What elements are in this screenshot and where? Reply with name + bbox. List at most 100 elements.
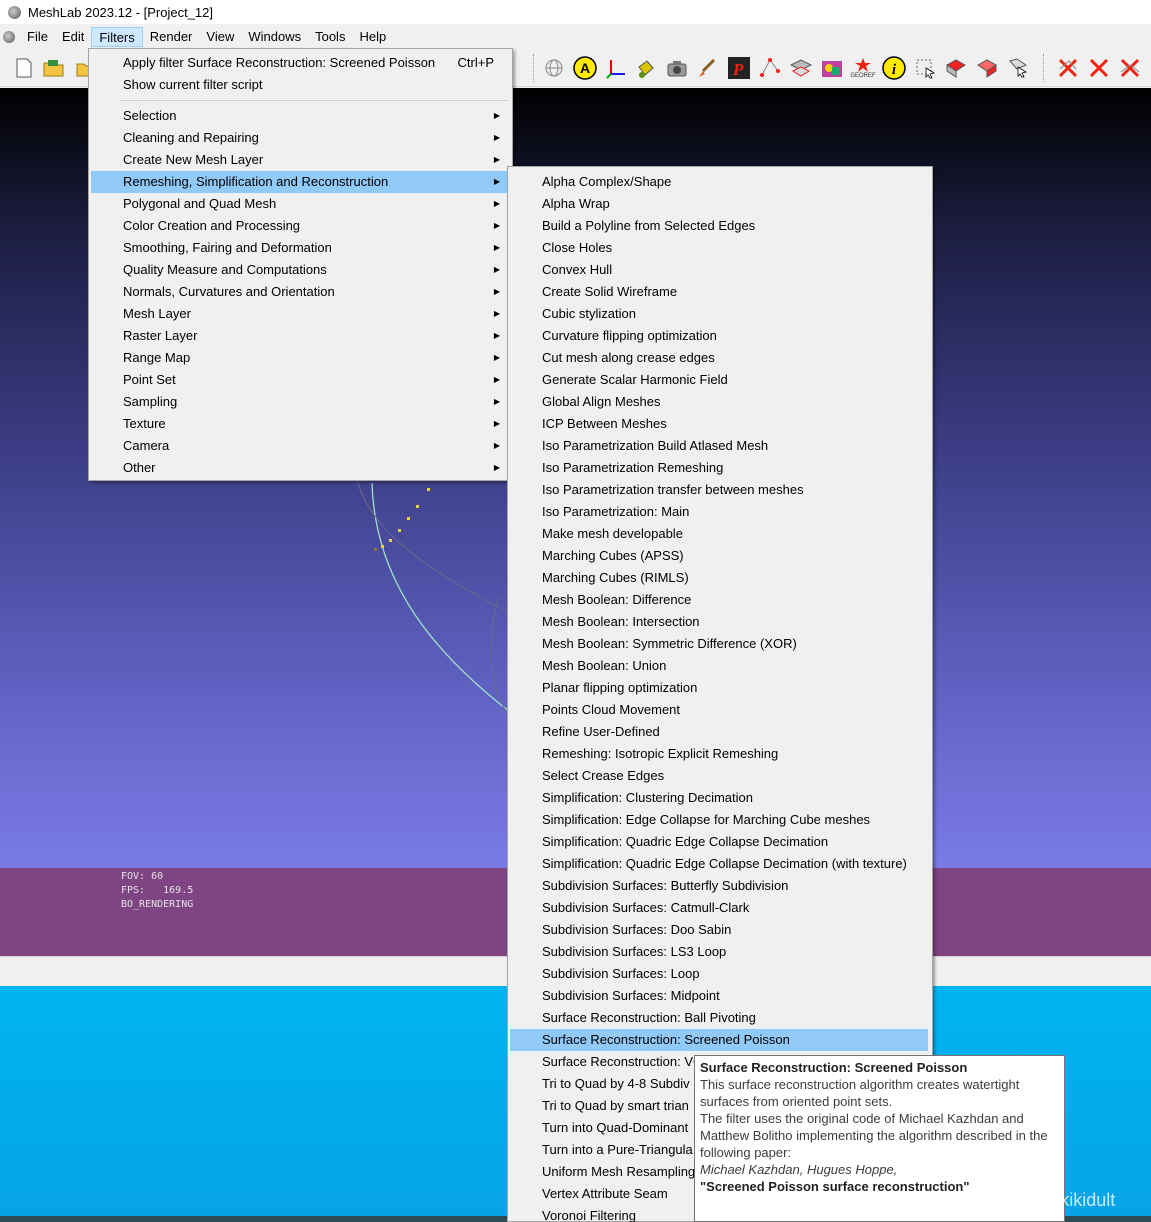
submenu-item-planar-flipping-optimization[interactable]: Planar flipping optimization <box>510 677 928 699</box>
submenu-item-build-a-polyline-from-selected-edges[interactable]: Build a Polyline from Selected Edges <box>510 215 928 237</box>
filters-item-label: Selection <box>123 108 177 123</box>
submenu-item-subdivision-surfaces-doo-sabin[interactable]: Subdivision Surfaces: Doo Sabin <box>510 919 928 941</box>
filters-item-smoothing-fairing-and-deformation[interactable]: Smoothing, Fairing and Deformation ▶ <box>91 237 510 259</box>
submenu-item-marching-cubes-apss[interactable]: Marching Cubes (APSS) <box>510 545 928 567</box>
filters-item-polygonal-and-quad-mesh[interactable]: Polygonal and Quad Mesh ▶ <box>91 193 510 215</box>
submenu-item-cut-mesh-along-crease-edges[interactable]: Cut mesh along crease edges <box>510 347 928 369</box>
submenu-item-simplification-quadric-edge-collapse-decimation-with-texture[interactable]: Simplification: Quadric Edge Collapse De… <box>510 853 928 875</box>
submenu-item-close-holes[interactable]: Close Holes <box>510 237 928 259</box>
select-faces-icon[interactable] <box>944 56 968 80</box>
submenu-item-convex-hull[interactable]: Convex Hull <box>510 259 928 281</box>
filters-item-create-new-mesh-layer[interactable]: Create New Mesh Layer ▶ <box>91 149 510 171</box>
filters-item-point-set[interactable]: Point Set ▶ <box>91 369 510 391</box>
submenu-item-surface-reconstruction-screened-poisson[interactable]: Surface Reconstruction: Screened Poisson <box>510 1029 928 1051</box>
submenu-item-surface-reconstruction-ball-pivoting[interactable]: Surface Reconstruction: Ball Pivoting <box>510 1007 928 1029</box>
select-icon[interactable] <box>913 56 937 80</box>
menu-render[interactable]: Render <box>143 27 200 47</box>
submenu-item-label: Simplification: Clustering Decimation <box>542 790 753 805</box>
submenu-item-points-cloud-movement[interactable]: Points Cloud Movement <box>510 699 928 721</box>
submenu-item-generate-scalar-harmonic-field[interactable]: Generate Scalar Harmonic Field <box>510 369 928 391</box>
submenu-item-mesh-boolean-difference[interactable]: Mesh Boolean: Difference <box>510 589 928 611</box>
submenu-item-label: Remeshing: Isotropic Explicit Remeshing <box>542 746 779 761</box>
submenu-item-mesh-boolean-symmetric-difference-xor[interactable]: Mesh Boolean: Symmetric Difference (XOR) <box>510 633 928 655</box>
app-menu-icon[interactable] <box>3 31 15 43</box>
sphere-grid-icon[interactable] <box>542 56 566 80</box>
submenu-arrow-icon: ▶ <box>493 221 500 230</box>
meshlab-logo-icon <box>8 5 21 19</box>
filters-item-quality-measure-and-computations[interactable]: Quality Measure and Computations ▶ <box>91 259 510 281</box>
filters-item-range-map[interactable]: Range Map ▶ <box>91 347 510 369</box>
submenu-item-global-align-meshes[interactable]: Global Align Meshes <box>510 391 928 413</box>
select-cursor-icon[interactable] <box>1006 56 1030 80</box>
submenu-item-alpha-wrap[interactable]: Alpha Wrap <box>510 193 928 215</box>
submenu-item-subdivision-surfaces-butterfly-subdivision[interactable]: Subdivision Surfaces: Butterfly Subdivis… <box>510 875 928 897</box>
filters-item-camera[interactable]: Camera ▶ <box>91 435 510 457</box>
filters-item-sampling[interactable]: Sampling ▶ <box>91 391 510 413</box>
select-connected-icon[interactable] <box>975 56 999 80</box>
submenu-item-make-mesh-developable[interactable]: Make mesh developable <box>510 523 928 545</box>
delete-vertex-icon[interactable] <box>1118 56 1142 80</box>
filters-item-cleaning-and-repairing[interactable]: Cleaning and Repairing ▶ <box>91 127 510 149</box>
paint-bucket-icon[interactable] <box>634 56 658 80</box>
submenu-item-curvature-flipping-optimization[interactable]: Curvature flipping optimization <box>510 325 928 347</box>
show-filter-script-item[interactable]: Show current filter script <box>91 74 510 96</box>
open-icon[interactable] <box>42 56 66 80</box>
filters-item-other[interactable]: Other ▶ <box>91 457 510 479</box>
menu-help[interactable]: Help <box>352 27 393 47</box>
submenu-item-alpha-complex-shape[interactable]: Alpha Complex/Shape <box>510 171 928 193</box>
axis-icon[interactable] <box>604 56 628 80</box>
pick-points-icon[interactable]: P <box>727 56 751 80</box>
filters-item-raster-layer[interactable]: Raster Layer ▶ <box>91 325 510 347</box>
new-icon[interactable] <box>12 56 36 80</box>
submenu-item-simplification-quadric-edge-collapse-decimation[interactable]: Simplification: Quadric Edge Collapse De… <box>510 831 928 853</box>
apply-filter-item[interactable]: Apply filter Surface Reconstruction: Scr… <box>91 52 510 74</box>
annotation-a-icon[interactable]: A <box>573 56 597 80</box>
snapshot-icon[interactable] <box>665 56 689 80</box>
submenu-item-label: Voronoi Filtering <box>542 1208 636 1222</box>
texture-icon[interactable] <box>820 56 844 80</box>
submenu-item-subdivision-surfaces-ls3-loop[interactable]: Subdivision Surfaces: LS3 Loop <box>510 941 928 963</box>
submenu-item-label: Mesh Boolean: Difference <box>542 592 692 607</box>
tooltip-authors: Michael Kazhdan, Hugues Hoppe, <box>700 1162 898 1177</box>
delete-face-icon[interactable] <box>1087 56 1111 80</box>
menu-file[interactable]: File <box>20 27 55 47</box>
filters-item-texture[interactable]: Texture ▶ <box>91 413 510 435</box>
submenu-item-select-crease-edges[interactable]: Select Crease Edges <box>510 765 928 787</box>
georef-icon[interactable]: GEOREF <box>850 56 876 80</box>
submenu-item-subdivision-surfaces-catmull-clark[interactable]: Subdivision Surfaces: Catmull-Clark <box>510 897 928 919</box>
submenu-item-iso-parametrization-remeshing[interactable]: Iso Parametrization Remeshing <box>510 457 928 479</box>
submenu-item-simplification-clustering-decimation[interactable]: Simplification: Clustering Decimation <box>510 787 928 809</box>
menu-windows[interactable]: Windows <box>241 27 308 47</box>
select-vertices-icon[interactable] <box>758 56 782 80</box>
filters-item-normals-curvatures-and-orientation[interactable]: Normals, Curvatures and Orientation ▶ <box>91 281 510 303</box>
submenu-item-iso-parametrization-transfer-between-meshes[interactable]: Iso Parametrization transfer between mes… <box>510 479 928 501</box>
submenu-item-simplification-edge-collapse-for-marching-cube-meshes[interactable]: Simplification: Edge Collapse for Marchi… <box>510 809 928 831</box>
submenu-item-mesh-boolean-union[interactable]: Mesh Boolean: Union <box>510 655 928 677</box>
align-icon[interactable] <box>789 56 813 80</box>
filters-item-selection[interactable]: Selection ▶ <box>91 105 510 127</box>
submenu-item-label: Surface Reconstruction: Screened Poisson <box>542 1032 790 1047</box>
submenu-item-subdivision-surfaces-loop[interactable]: Subdivision Surfaces: Loop <box>510 963 928 985</box>
menu-view[interactable]: View <box>199 27 241 47</box>
submenu-item-create-solid-wireframe[interactable]: Create Solid Wireframe <box>510 281 928 303</box>
filters-menu: Apply filter Surface Reconstruction: Scr… <box>88 48 513 481</box>
submenu-item-iso-parametrization-main[interactable]: Iso Parametrization: Main <box>510 501 928 523</box>
menu-edit[interactable]: Edit <box>55 27 91 47</box>
submenu-item-icp-between-meshes[interactable]: ICP Between Meshes <box>510 413 928 435</box>
submenu-item-mesh-boolean-intersection[interactable]: Mesh Boolean: Intersection <box>510 611 928 633</box>
menu-tools[interactable]: Tools <box>308 27 352 47</box>
submenu-item-iso-parametrization-build-atlased-mesh[interactable]: Iso Parametrization Build Atlased Mesh <box>510 435 928 457</box>
filters-item-label: Other <box>123 460 156 475</box>
submenu-item-refine-user-defined[interactable]: Refine User-Defined <box>510 721 928 743</box>
delete-x-icon[interactable] <box>1056 56 1080 80</box>
info-icon[interactable]: i <box>882 56 906 80</box>
filters-item-color-creation-and-processing[interactable]: Color Creation and Processing ▶ <box>91 215 510 237</box>
filters-item-mesh-layer[interactable]: Mesh Layer ▶ <box>91 303 510 325</box>
submenu-item-remeshing-isotropic-explicit-remeshing[interactable]: Remeshing: Isotropic Explicit Remeshing <box>510 743 928 765</box>
filters-item-remeshing-simplification-and-reconstruction[interactable]: Remeshing, Simplification and Reconstruc… <box>91 171 510 193</box>
submenu-item-subdivision-surfaces-midpoint[interactable]: Subdivision Surfaces: Midpoint <box>510 985 928 1007</box>
menu-filters[interactable]: Filters <box>91 27 143 47</box>
submenu-item-cubic-stylization[interactable]: Cubic stylization <box>510 303 928 325</box>
submenu-item-marching-cubes-rimls[interactable]: Marching Cubes (RIMLS) <box>510 567 928 589</box>
brush-icon[interactable] <box>695 56 719 80</box>
